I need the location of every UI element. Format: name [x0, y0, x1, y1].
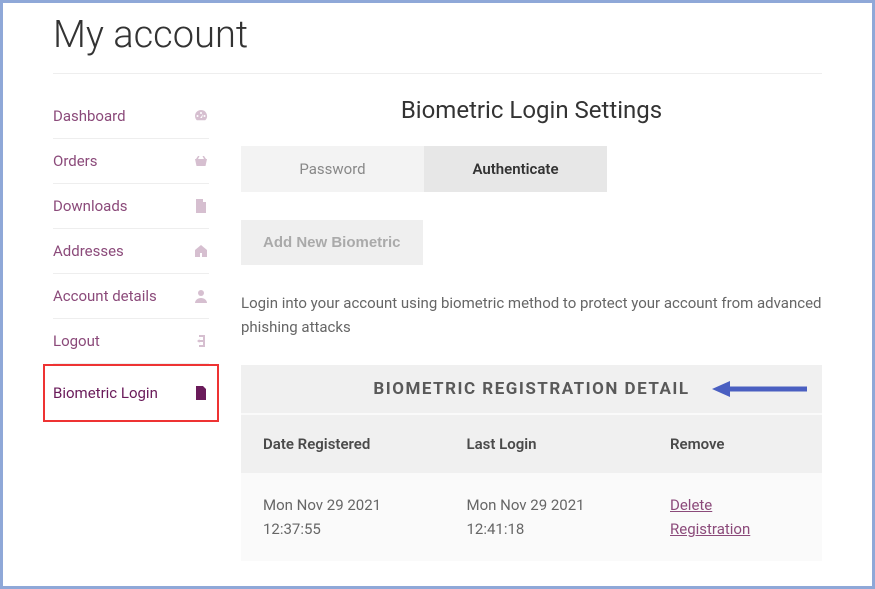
sidebar-item-label: Account details [53, 287, 157, 305]
panel-header: BIOMETRIC REGISTRATION DETAIL [241, 365, 822, 413]
add-new-biometric-button[interactable]: Add New Biometric [241, 220, 423, 265]
sidebar-item-biometric-login[interactable]: Biometric Login [53, 366, 209, 420]
tab-password[interactable]: Password [241, 146, 424, 192]
file-icon [193, 198, 209, 214]
cell-last-login: Mon Nov 29 2021 12:41:18 [467, 493, 671, 541]
sidebar: Dashboard Orders Downloads Addresses Acc… [53, 94, 209, 561]
col-header-last-login: Last Login [467, 435, 671, 453]
last-login-time: 12:41:18 [467, 517, 671, 541]
sidebar-item-account-details[interactable]: Account details [53, 274, 209, 319]
sidebar-item-addresses[interactable]: Addresses [53, 229, 209, 274]
settings-title: Biometric Login Settings [241, 96, 822, 124]
highlight-box: Biometric Login [43, 364, 219, 422]
sidebar-item-label: Downloads [53, 197, 128, 215]
date-registered-time: 12:37:55 [263, 517, 467, 541]
sidebar-item-label: Addresses [53, 242, 124, 260]
last-login-date: Mon Nov 29 2021 [467, 493, 671, 517]
delete-registration-link[interactable]: Delete Registration [670, 493, 800, 541]
sidebar-item-label: Dashboard [53, 107, 126, 125]
panel-header-text: BIOMETRIC REGISTRATION DETAIL [373, 379, 689, 399]
delete-link-line1: Delete [670, 493, 800, 517]
table-header-row: Date Registered Last Login Remove [241, 415, 822, 473]
description-text: Login into your account using biometric … [241, 291, 822, 339]
tabs: Password Authenticate [241, 146, 822, 192]
main-content: Biometric Login Settings Password Authen… [241, 94, 822, 561]
home-icon [193, 243, 209, 259]
tab-authenticate[interactable]: Authenticate [424, 146, 607, 192]
sidebar-item-label: Logout [53, 332, 100, 350]
document-icon [193, 385, 209, 401]
dashboard-icon [193, 108, 209, 124]
cell-remove: Delete Registration [670, 493, 800, 541]
arrow-annotation-icon [712, 379, 808, 399]
delete-link-line2: Registration [670, 517, 800, 541]
cell-date-registered: Mon Nov 29 2021 12:37:55 [263, 493, 467, 541]
user-icon [193, 288, 209, 304]
table-row: Mon Nov 29 2021 12:37:55 Mon Nov 29 2021… [241, 473, 822, 561]
sidebar-item-dashboard[interactable]: Dashboard [53, 94, 209, 139]
logout-icon [193, 333, 209, 349]
sidebar-item-downloads[interactable]: Downloads [53, 184, 209, 229]
sidebar-item-label: Biometric Login [53, 384, 158, 402]
col-header-remove: Remove [670, 435, 800, 453]
sidebar-item-logout[interactable]: Logout [53, 319, 209, 364]
page-title: My account [53, 13, 822, 74]
sidebar-item-label: Orders [53, 152, 98, 170]
date-registered-date: Mon Nov 29 2021 [263, 493, 467, 517]
registration-panel: BIOMETRIC REGISTRATION DETAIL Date Regis… [241, 365, 822, 561]
basket-icon [193, 153, 209, 169]
sidebar-item-orders[interactable]: Orders [53, 139, 209, 184]
col-header-date-registered: Date Registered [263, 435, 467, 453]
